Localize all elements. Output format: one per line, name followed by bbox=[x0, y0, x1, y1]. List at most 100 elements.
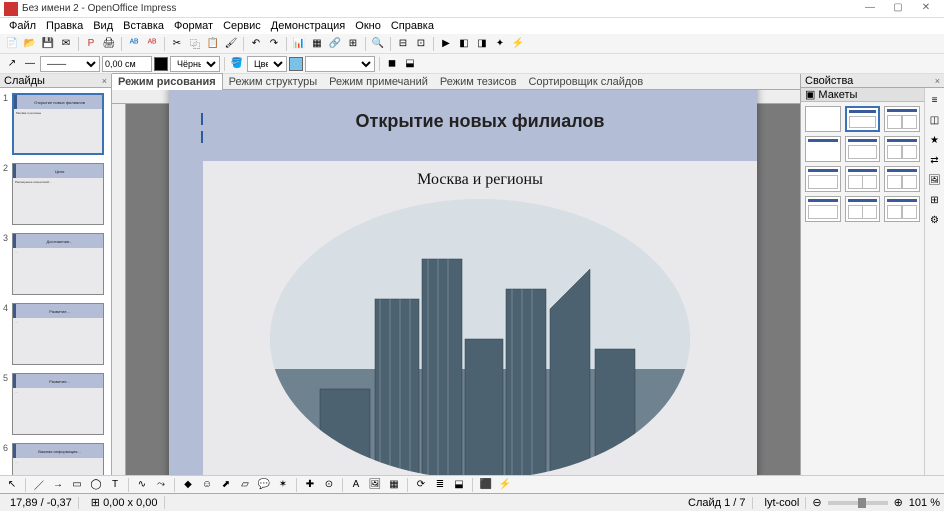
spellcheck-icon[interactable]: ᴬᴮ bbox=[126, 36, 142, 52]
shadow-icon[interactable]: ◼ bbox=[384, 56, 400, 72]
zoom-value[interactable]: 101 % bbox=[909, 497, 940, 509]
block-arrows-icon[interactable]: ⬈ bbox=[218, 477, 234, 493]
brush-icon[interactable]: 🖌 bbox=[223, 36, 239, 52]
line-style-icon[interactable]: — bbox=[22, 56, 38, 72]
slides-panel-close-icon[interactable]: × bbox=[102, 76, 107, 86]
zoom-slider[interactable] bbox=[828, 501, 888, 505]
guidelines-icon[interactable]: ⊡ bbox=[413, 36, 429, 52]
new-icon[interactable]: 📄 bbox=[4, 36, 20, 52]
open-icon[interactable]: 📂 bbox=[22, 36, 38, 52]
layout-12[interactable] bbox=[884, 196, 920, 222]
line-color-combo[interactable]: Чёрный bbox=[170, 56, 220, 72]
layout-blank[interactable] bbox=[805, 106, 841, 132]
points-icon[interactable]: ✚ bbox=[302, 477, 318, 493]
slide-image-oval[interactable] bbox=[270, 199, 690, 476]
slide-body[interactable]: Москва и регионы bbox=[203, 161, 757, 476]
menu-edit[interactable]: Правка bbox=[41, 20, 88, 32]
email-icon[interactable]: ✉ bbox=[58, 36, 74, 52]
arrow-line-icon[interactable]: → bbox=[50, 477, 66, 493]
layout-8[interactable] bbox=[845, 166, 881, 192]
animation-icon[interactable]: ✦ bbox=[492, 36, 508, 52]
slide-thumb-2[interactable]: 2ЦелиРасширение клиентской... bbox=[12, 163, 105, 225]
status-slide[interactable]: Слайд 1 / 7 bbox=[682, 497, 753, 509]
from-file-icon[interactable]: 🖼 bbox=[367, 477, 383, 493]
minimize-button[interactable]: — bbox=[856, 2, 884, 16]
status-layout[interactable]: lyt-cool bbox=[759, 497, 807, 509]
slide-thumb-1[interactable]: 1Открытие новых филиаловМосква и регионы bbox=[12, 93, 105, 155]
connector-icon[interactable]: ⤳ bbox=[153, 477, 169, 493]
layout-11[interactable] bbox=[845, 196, 881, 222]
menu-window[interactable]: Окно bbox=[350, 20, 386, 32]
line-color-swatch[interactable] bbox=[154, 57, 168, 71]
navigator-icon[interactable]: ⊞ bbox=[345, 36, 361, 52]
fontwork-icon[interactable]: A bbox=[348, 477, 364, 493]
layouts-section-title[interactable]: ▣Макеты bbox=[801, 88, 924, 102]
flowchart-icon[interactable]: ▱ bbox=[237, 477, 253, 493]
undo-icon[interactable]: ↶ bbox=[248, 36, 264, 52]
tab-handout[interactable]: Режим тезисов bbox=[434, 74, 523, 90]
rotate-icon[interactable]: ⟳ bbox=[413, 477, 429, 493]
layout-6[interactable] bbox=[884, 136, 920, 162]
copy-icon[interactable]: ⿻ bbox=[187, 36, 203, 52]
styles-tab-icon[interactable]: ⚙ bbox=[927, 212, 943, 228]
tab-outline[interactable]: Режим структуры bbox=[223, 74, 324, 90]
menu-format[interactable]: Формат bbox=[169, 20, 218, 32]
align-icon[interactable]: ≣ bbox=[432, 477, 448, 493]
slide-thumb-4[interactable]: 4Развитие...... bbox=[12, 303, 105, 365]
slide-design-icon[interactable]: ◧ bbox=[456, 36, 472, 52]
zoom-in-icon[interactable]: ⊕ bbox=[894, 496, 903, 509]
rect-icon[interactable]: ▭ bbox=[69, 477, 85, 493]
paste-icon[interactable]: 📋 bbox=[205, 36, 221, 52]
select-icon[interactable]: ↖ bbox=[4, 477, 20, 493]
animation-tab-icon[interactable]: ★ bbox=[927, 132, 943, 148]
menu-tools[interactable]: Сервис bbox=[218, 20, 266, 32]
hyperlink-icon[interactable]: 🔗 bbox=[327, 36, 343, 52]
arrow-style-icon[interactable]: ↗ bbox=[4, 56, 20, 72]
gallery-icon[interactable]: ▦ bbox=[386, 477, 402, 493]
layout-9[interactable] bbox=[884, 166, 920, 192]
callouts-icon[interactable]: 💬 bbox=[256, 477, 272, 493]
slideshow-icon[interactable]: ▶ bbox=[438, 36, 454, 52]
line-icon[interactable]: ／ bbox=[31, 477, 47, 493]
slide-title-box[interactable]: Открытие новых филиалов bbox=[203, 90, 757, 161]
slide-thumb-6[interactable]: 6Важная информация...... bbox=[12, 443, 105, 475]
symbol-shapes-icon[interactable]: ☺ bbox=[199, 477, 215, 493]
print-icon[interactable]: 🖨 bbox=[101, 36, 117, 52]
arrange-icon[interactable]: ⬓ bbox=[402, 56, 418, 72]
fill-color-swatch[interactable] bbox=[289, 57, 303, 71]
grid-icon[interactable]: ⊟ bbox=[395, 36, 411, 52]
menu-file[interactable]: Файл bbox=[4, 20, 41, 32]
fill-type-combo[interactable]: Цвет bbox=[247, 56, 287, 72]
basic-shapes-icon[interactable]: ◆ bbox=[180, 477, 196, 493]
transition-tab-icon[interactable]: ⇄ bbox=[927, 152, 943, 168]
menu-view[interactable]: Вид bbox=[88, 20, 118, 32]
redo-icon[interactable]: ↷ bbox=[266, 36, 282, 52]
close-button[interactable]: ✕ bbox=[912, 2, 940, 16]
interaction-icon[interactable]: ⚡ bbox=[510, 36, 526, 52]
layout-10[interactable] bbox=[805, 196, 841, 222]
curve-icon[interactable]: ∿ bbox=[134, 477, 150, 493]
save-icon[interactable]: 💾 bbox=[40, 36, 56, 52]
navigator-tab-icon[interactable]: ⊞ bbox=[927, 192, 943, 208]
menu-presentation[interactable]: Демонстрация bbox=[266, 20, 351, 32]
cut-icon[interactable]: ✂ bbox=[169, 36, 185, 52]
text-icon[interactable]: T bbox=[107, 477, 123, 493]
tab-notes[interactable]: Режим примечаний bbox=[323, 74, 434, 90]
pdf-icon[interactable]: P bbox=[83, 36, 99, 52]
menu-insert[interactable]: Вставка bbox=[118, 20, 169, 32]
gallery-tab-icon[interactable]: 🖼 bbox=[927, 172, 943, 188]
fill-icon[interactable]: 🪣 bbox=[229, 56, 245, 72]
canvas[interactable]: Открытие новых филиалов Москва и регионы bbox=[112, 90, 800, 475]
fill-color-combo[interactable] bbox=[305, 56, 375, 72]
slides-list[interactable]: 1Открытие новых филиаловМосква и регионы… bbox=[0, 88, 111, 475]
ellipse-icon[interactable]: ◯ bbox=[88, 477, 104, 493]
stars-icon[interactable]: ✶ bbox=[275, 477, 291, 493]
maximize-button[interactable]: ▢ bbox=[884, 2, 912, 16]
layout-7[interactable] bbox=[805, 166, 841, 192]
slide-layout-icon[interactable]: ◨ bbox=[474, 36, 490, 52]
interaction2-icon[interactable]: ⚡ bbox=[497, 477, 513, 493]
zoom-out-icon[interactable]: ⊖ bbox=[812, 496, 821, 509]
tab-sorter[interactable]: Сортировщик слайдов bbox=[522, 74, 649, 90]
auto-spell-icon[interactable]: ᴬᴮ bbox=[144, 36, 160, 52]
line-style-combo[interactable]: ─── bbox=[40, 56, 100, 72]
